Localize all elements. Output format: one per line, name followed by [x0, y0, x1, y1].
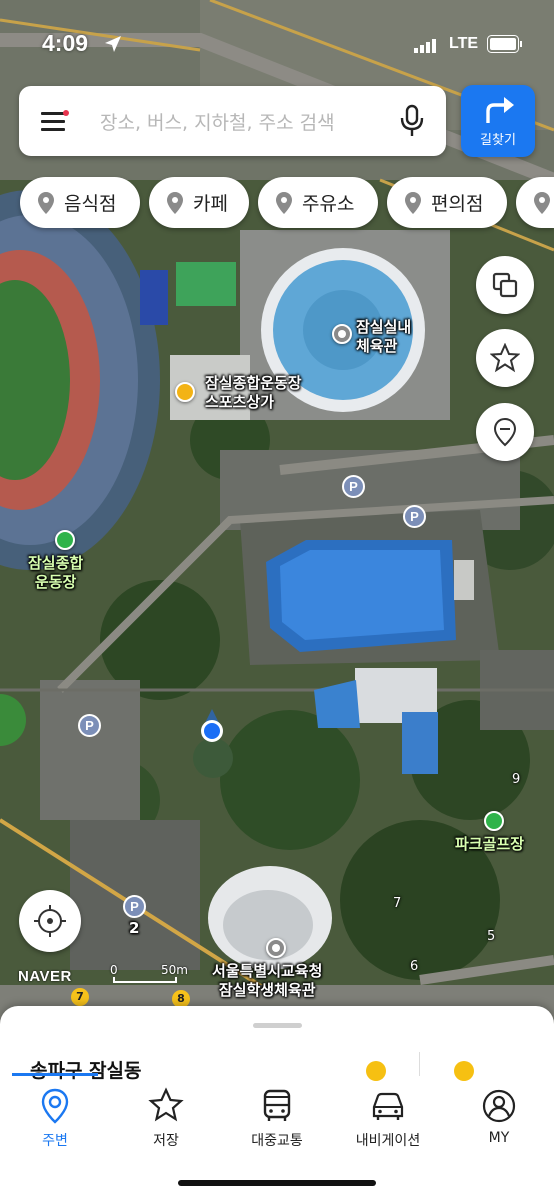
microphone-icon[interactable] [399, 104, 425, 138]
favorites-button[interactable] [476, 329, 534, 387]
star-icon [490, 343, 520, 373]
scale-bar [113, 977, 177, 983]
chip-label: 편의점 [431, 193, 484, 215]
location-pin-icon [38, 191, 54, 214]
crosshair-icon [34, 905, 66, 937]
chip-label: 음식점 [64, 193, 117, 215]
arena-label[interactable]: 잠실실내 체육관 [356, 318, 411, 356]
tab-transit[interactable]: 대중교통 [222, 1083, 332, 1153]
chip-convenience-store[interactable]: 편의점 [387, 177, 507, 228]
directions-label: 길찾기 [480, 133, 516, 148]
air-quality-icon [454, 1061, 474, 1081]
place-marker-button[interactable] [476, 403, 534, 461]
star-icon [148, 1087, 184, 1122]
chip-gas-station[interactable]: 주유소 [258, 177, 378, 228]
scale-start: 0 [110, 963, 118, 977]
sheet-divider [419, 1052, 420, 1076]
tab-label: MY [488, 1130, 510, 1146]
sports-mall-pin[interactable] [175, 382, 195, 402]
search-bar[interactable]: 장소, 버스, 지하철, 주소 검색 [19, 86, 446, 156]
arena-pin[interactable] [332, 324, 352, 344]
park-golf-label[interactable]: 파크골프장 [455, 835, 524, 854]
road-number: 9 [512, 772, 521, 787]
chip-cafe[interactable]: 카페 [149, 177, 249, 228]
region-underline [12, 1073, 98, 1076]
student-gym-label[interactable]: 서울특별시교육청 잠실학생체육관 [212, 962, 322, 1000]
road-number: 6 [410, 959, 419, 974]
sports-mall-label[interactable]: 잠실종합운동장 스포츠상가 [205, 374, 302, 412]
directions-button[interactable]: 길찾기 [461, 85, 535, 157]
tab-label: 내비게이션 [355, 1133, 421, 1149]
location-pin-icon [405, 191, 421, 214]
parking-marker[interactable]: P [342, 475, 365, 498]
network-type: LTE [449, 35, 479, 52]
chip-label: 카페 [193, 193, 228, 215]
stadium-label[interactable]: 잠실종합 운동장 [28, 554, 83, 592]
route-badge: 7 [71, 988, 89, 1006]
chip-label: 주유소 [302, 193, 355, 215]
road-number: 5 [487, 929, 496, 944]
region-name: 송파구 잠실동 [30, 1060, 142, 1082]
car-icon [372, 1092, 404, 1120]
road-number: 7 [393, 896, 402, 911]
sheet-handle[interactable] [253, 1023, 302, 1028]
layers-icon [492, 272, 518, 298]
location-arrow-icon [105, 36, 121, 52]
location-pin-icon [41, 1088, 69, 1124]
parking-marker[interactable]: P [78, 714, 101, 737]
parking-marker[interactable]: P [123, 895, 146, 918]
tab-label: 주변 [42, 1133, 68, 1149]
location-pin-icon [276, 191, 292, 214]
stadium-pin[interactable] [55, 530, 75, 550]
tab-my[interactable]: MY [444, 1083, 554, 1153]
student-gym-pin[interactable] [266, 938, 286, 958]
park-golf-pin[interactable] [484, 811, 504, 831]
tab-label: 저장 [153, 1133, 179, 1149]
parking-lot-count: 2 [129, 919, 140, 937]
parking-marker[interactable]: P [403, 505, 426, 528]
weather-icon [366, 1061, 386, 1081]
directions-arrow-icon [486, 97, 514, 123]
signal-icon [414, 39, 436, 53]
naver-logo: NAVER [18, 968, 72, 985]
status-bar: 4:09 LTE [0, 0, 554, 86]
bus-icon [263, 1089, 291, 1121]
home-indicator[interactable] [178, 1180, 376, 1186]
tab-nearby[interactable]: 주변 [0, 1083, 110, 1153]
status-time: 4:09 [42, 30, 89, 56]
tab-saved[interactable]: 저장 [111, 1083, 221, 1153]
tab-navigation[interactable]: 내비게이션 [333, 1083, 443, 1153]
current-location-icon [201, 709, 223, 742]
scale-end: 50m [161, 963, 188, 977]
search-input[interactable]: 장소, 버스, 지하철, 주소 검색 [100, 108, 335, 135]
tab-label: 대중교통 [251, 1133, 303, 1149]
layers-button[interactable] [476, 256, 534, 314]
location-pin-icon [167, 191, 183, 214]
my-location-button[interactable] [19, 890, 81, 952]
chip-restaurant[interactable]: 음식점 [20, 177, 140, 228]
menu-icon[interactable] [40, 109, 70, 133]
battery-icon [487, 35, 522, 53]
location-pin-minus-icon [493, 417, 517, 447]
user-icon [482, 1089, 516, 1123]
location-pin-icon [534, 191, 550, 214]
